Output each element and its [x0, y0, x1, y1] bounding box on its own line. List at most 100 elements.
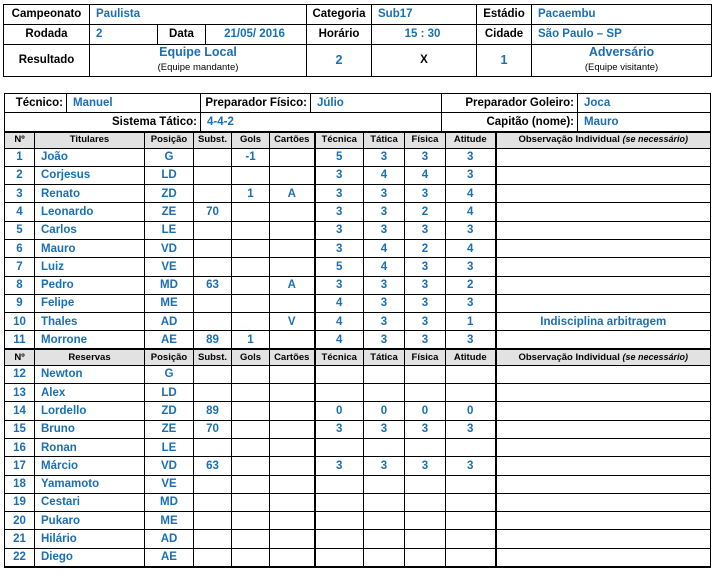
rating-technique[interactable]	[313, 511, 364, 531]
table-row[interactable]: 7 Luiz VE 5 4 3 3	[4, 257, 711, 277]
player-name[interactable]: Morrone	[34, 330, 145, 351]
player-position[interactable]: LE	[144, 437, 194, 458]
table-row[interactable]: 16 Ronan LE	[4, 437, 711, 458]
rating-tactics[interactable]	[363, 511, 405, 531]
rating-physical[interactable]: 2	[404, 202, 446, 222]
championship-value[interactable]: Paulista	[88, 4, 308, 25]
player-position[interactable]: VD	[144, 456, 194, 476]
table-row[interactable]: 4 Leonardo ZE 70 3 3 2 4	[4, 202, 711, 222]
rating-tactics[interactable]	[363, 529, 405, 549]
rating-physical[interactable]	[404, 437, 446, 458]
rating-tactics[interactable]: 3	[363, 202, 405, 222]
player-position[interactable]: VE	[144, 257, 194, 277]
player-cards[interactable]: A	[269, 184, 316, 204]
player-number[interactable]: 18	[4, 474, 35, 494]
home-score[interactable]: 2	[306, 44, 373, 77]
player-position[interactable]: ZE	[144, 202, 194, 222]
player-observation[interactable]	[494, 419, 711, 439]
player-number[interactable]: 4	[4, 202, 35, 222]
rating-tactics[interactable]: 4	[363, 257, 405, 277]
player-number[interactable]: 17	[4, 456, 35, 476]
player-cards[interactable]	[269, 202, 316, 222]
rating-tactics[interactable]	[363, 437, 405, 458]
player-number[interactable]: 2	[4, 165, 35, 186]
rating-physical[interactable]	[404, 364, 446, 385]
rating-physical[interactable]: 0	[404, 401, 446, 421]
player-name[interactable]: Pedro	[34, 275, 145, 295]
player-number[interactable]: 9	[4, 293, 35, 314]
player-cards[interactable]	[269, 383, 316, 403]
player-goals[interactable]	[231, 401, 270, 421]
rating-tactics[interactable]: 3	[363, 419, 405, 439]
rating-physical[interactable]	[404, 474, 446, 494]
player-subst[interactable]	[193, 238, 232, 259]
player-name[interactable]: Luiz	[34, 257, 145, 277]
player-name[interactable]: Bruno	[34, 419, 145, 439]
player-subst[interactable]: 89	[193, 330, 232, 351]
player-goals[interactable]	[231, 257, 270, 277]
rating-technique[interactable]: 3	[313, 184, 364, 204]
player-cards[interactable]	[269, 220, 316, 240]
table-row[interactable]: 13 Alex LD	[4, 383, 711, 403]
table-row[interactable]: 20 Pukaro ME	[4, 511, 711, 531]
player-subst[interactable]	[193, 220, 232, 240]
rating-physical[interactable]: 3	[404, 456, 446, 476]
player-position[interactable]: ME	[144, 293, 194, 314]
coach-value[interactable]: Manuel	[66, 93, 201, 113]
rating-physical[interactable]	[404, 511, 446, 531]
player-observation[interactable]	[494, 257, 711, 277]
rating-technique[interactable]: 5	[313, 257, 364, 277]
player-subst[interactable]	[193, 312, 232, 332]
player-number[interactable]: 1	[4, 147, 35, 167]
player-observation[interactable]: Indisciplina arbitragem	[494, 312, 711, 332]
player-name[interactable]: Yamamoto	[34, 474, 145, 494]
rating-attitude[interactable]: 3	[445, 147, 497, 167]
table-row[interactable]: 10 Thales AD V 4 3 3 1 Indisciplina arbitragem	[4, 312, 711, 332]
rating-technique[interactable]	[313, 547, 364, 568]
stadium-value[interactable]: Pacaembu	[531, 4, 713, 25]
rating-tactics[interactable]: 4	[363, 238, 405, 259]
rating-technique[interactable]: 3	[313, 238, 364, 259]
rating-attitude[interactable]	[445, 529, 497, 549]
player-goals[interactable]	[231, 511, 270, 531]
player-number[interactable]: 22	[4, 547, 35, 568]
rating-attitude[interactable]	[445, 492, 497, 513]
player-goals[interactable]: 1	[231, 184, 270, 204]
player-cards[interactable]	[269, 165, 316, 186]
rating-attitude[interactable]	[445, 547, 497, 568]
player-number[interactable]: 7	[4, 257, 35, 277]
rating-technique[interactable]: 3	[313, 275, 364, 295]
fitness-coach-value[interactable]: Júlio	[310, 93, 442, 113]
rating-physical[interactable]	[404, 529, 446, 549]
player-cards[interactable]	[269, 293, 316, 314]
player-cards[interactable]: V	[269, 312, 316, 332]
table-row[interactable]: 11 Morrone AE 89 1 4 3 3 3	[4, 330, 711, 351]
player-subst[interactable]	[193, 474, 232, 494]
rating-physical[interactable]: 3	[404, 312, 446, 332]
player-position[interactable]: AD	[144, 529, 194, 549]
player-goals[interactable]	[231, 456, 270, 476]
rating-tactics[interactable]	[363, 492, 405, 513]
player-position[interactable]: ZD	[144, 184, 194, 204]
rating-attitude[interactable]: 4	[445, 202, 497, 222]
table-row[interactable]: 2 Corjesus LD 3 4 4 3	[4, 165, 711, 186]
player-goals[interactable]	[231, 293, 270, 314]
rating-attitude[interactable]	[445, 383, 497, 403]
player-subst[interactable]	[193, 293, 232, 314]
player-subst[interactable]: 70	[193, 419, 232, 439]
table-row[interactable]: 15 Bruno ZE 70 3 3 3 3	[4, 419, 711, 439]
player-observation[interactable]	[494, 383, 711, 403]
player-cards[interactable]	[269, 547, 316, 568]
player-subst[interactable]	[193, 257, 232, 277]
player-observation[interactable]	[494, 184, 711, 204]
rating-tactics[interactable]	[363, 474, 405, 494]
player-number[interactable]: 16	[4, 437, 35, 458]
rating-tactics[interactable]: 3	[363, 147, 405, 167]
gk-coach-value[interactable]: Joca	[577, 93, 711, 113]
rating-attitude[interactable]: 3	[445, 165, 497, 186]
player-observation[interactable]	[494, 529, 711, 549]
rating-attitude[interactable]: 3	[445, 419, 497, 439]
rating-physical[interactable]: 3	[404, 147, 446, 167]
rating-attitude[interactable]: 4	[445, 184, 497, 204]
rating-attitude[interactable]	[445, 511, 497, 531]
